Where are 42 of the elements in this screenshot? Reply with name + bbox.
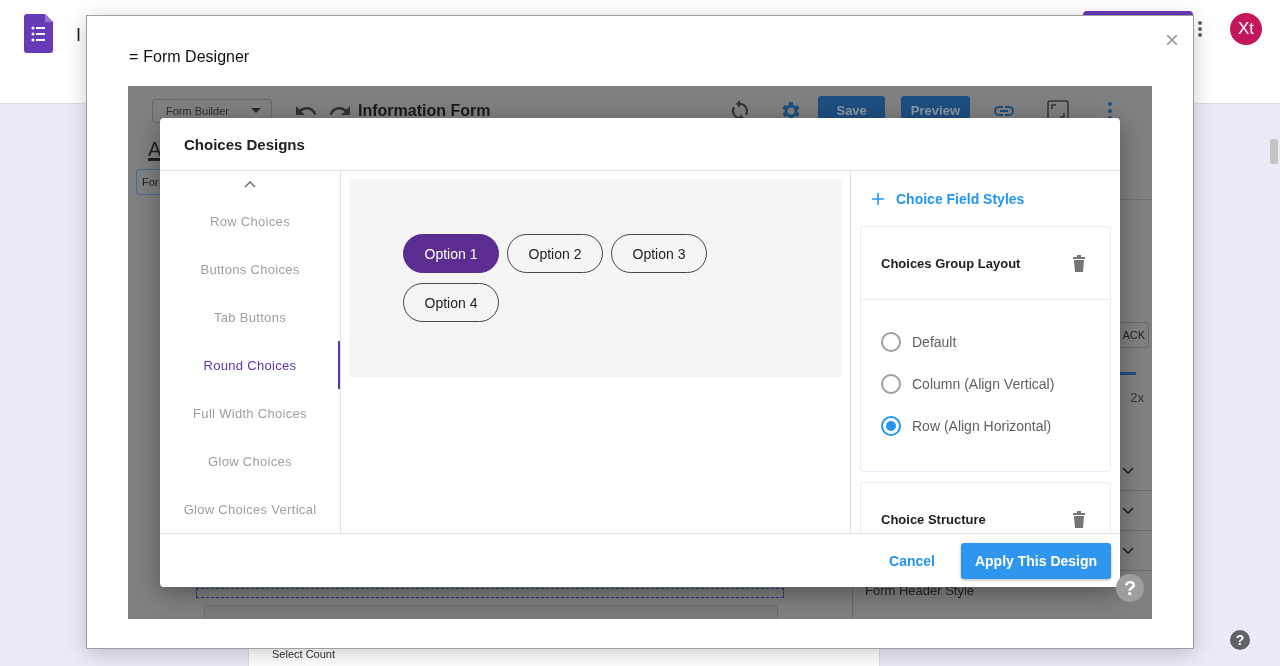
chevron-down-icon[interactable]	[1122, 506, 1134, 515]
scrollbar-thumb[interactable]	[1270, 139, 1278, 164]
dropdown-label: Form Builder	[166, 104, 229, 117]
design-item[interactable]: Glow Choices Vertical	[160, 485, 340, 533]
zoom-label: 2x	[1130, 390, 1144, 405]
add-style-link[interactable]: Choice Field Styles	[860, 171, 1025, 226]
design-item[interactable]: Tab Buttons	[160, 293, 340, 341]
caret-icon	[251, 108, 261, 113]
trash-icon[interactable]	[1073, 254, 1085, 272]
menu-icon[interactable]: =	[129, 48, 139, 66]
avatar[interactable]: Xt	[1230, 13, 1262, 45]
chevron-up-icon[interactable]	[244, 180, 256, 188]
radio-button[interactable]	[881, 374, 901, 394]
form-title: Information Form	[358, 101, 491, 120]
trash-icon[interactable]	[1073, 510, 1085, 528]
radio-button[interactable]	[881, 332, 901, 352]
design-item[interactable]: Row Choices	[160, 197, 340, 245]
chevron-down-icon[interactable]	[1122, 466, 1134, 475]
chevron-down-icon[interactable]	[1122, 546, 1134, 555]
apply-button[interactable]: Apply This Design	[961, 542, 1111, 579]
close-button[interactable]: ×	[1165, 26, 1179, 54]
option-chip[interactable]: Option 1	[403, 234, 499, 273]
help-icon[interactable]: ?	[1230, 630, 1250, 650]
plus-icon	[872, 192, 884, 205]
dialog-title: Choices Designs	[184, 135, 305, 153]
design-item[interactable]: Buttons Choices	[160, 245, 340, 293]
card-title: Choice Structure	[881, 511, 986, 527]
design-item[interactable]: Full Width Choices	[160, 389, 340, 437]
help-button[interactable]: ?	[1116, 574, 1144, 602]
card-title: Choices Group Layout	[881, 255, 1021, 271]
design-item[interactable]: Glow Choices	[160, 437, 340, 485]
radio-label: Default	[912, 334, 957, 350]
forms-icon	[24, 14, 53, 53]
more-icon[interactable]	[1198, 21, 1202, 37]
radio-label: Row (Align Horizontal)	[912, 418, 1052, 434]
radio-label: Column (Align Vertical)	[912, 376, 1055, 392]
radio-button[interactable]	[881, 416, 901, 436]
cancel-button[interactable]: Cancel	[873, 544, 951, 577]
form-title: I	[76, 25, 81, 46]
design-item[interactable]: Round Choices	[160, 341, 340, 389]
card-heading: Select Count	[272, 648, 335, 660]
modal-title: Form Designer	[143, 48, 250, 66]
